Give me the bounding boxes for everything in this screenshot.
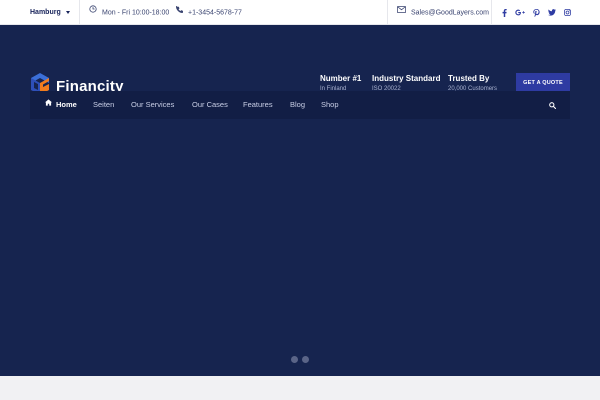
info-title: Industry Standard bbox=[372, 74, 441, 83]
pinterest-icon[interactable] bbox=[530, 0, 542, 25]
hours-text: Mon - Fri 10:00-18:00 bbox=[102, 9, 170, 17]
nav-item-label: Our Services bbox=[131, 100, 175, 109]
divider bbox=[387, 0, 388, 25]
info-industry-standard: Industry Standard ISO 20022 bbox=[372, 74, 440, 92]
instagram-icon[interactable] bbox=[561, 0, 573, 25]
nav-item-blog[interactable]: Blog bbox=[290, 91, 305, 119]
opening-hours: Mon - Fri 10:00-18:00 bbox=[89, 0, 169, 25]
info-number-one: Number #1 In Finland bbox=[320, 74, 361, 92]
nav-item-seiten[interactable]: Seiten bbox=[93, 91, 114, 119]
nav-item-label: Our Cases bbox=[192, 100, 228, 109]
nav-item-home[interactable]: Home bbox=[45, 91, 77, 119]
content-area bbox=[0, 376, 600, 400]
email-text: Sales@GoodLayers.com bbox=[411, 9, 489, 17]
nav-item-label: Shop bbox=[321, 100, 339, 109]
chevron-down-icon bbox=[65, 10, 70, 14]
nav-item-shop[interactable]: Shop bbox=[321, 91, 339, 119]
city-label: Hamburg bbox=[30, 9, 61, 16]
info-trusted-by: Trusted By 20,000 Customers bbox=[448, 74, 497, 92]
top-bar: Hamburg Mon - Fri 10:00-18:00 +1-3454-56… bbox=[0, 0, 600, 25]
nav-item-label: Home bbox=[56, 100, 77, 109]
phone-icon bbox=[176, 0, 183, 24]
clock-icon bbox=[89, 0, 97, 24]
nav-item-features[interactable]: Features bbox=[243, 91, 273, 119]
phone-number[interactable]: +1-3454-5678-77 bbox=[176, 0, 242, 25]
slider-dot-2[interactable] bbox=[302, 356, 309, 363]
city-selector[interactable]: Hamburg bbox=[30, 0, 70, 25]
divider bbox=[491, 0, 492, 25]
get-a-quote-button[interactable]: GET A QUOTE bbox=[516, 73, 570, 93]
nav-item-our-services[interactable]: Our Services bbox=[131, 91, 174, 119]
site-header: Financity Number #1 In Finland Industry … bbox=[0, 25, 600, 376]
facebook-icon[interactable] bbox=[498, 0, 510, 25]
envelope-icon bbox=[397, 0, 406, 24]
slider-dot-1[interactable] bbox=[291, 356, 298, 363]
home-icon bbox=[45, 90, 52, 118]
search-icon[interactable] bbox=[546, 91, 558, 119]
main-navigation: Home Seiten Our Services Our Cases Featu… bbox=[30, 91, 570, 119]
info-title: Number #1 bbox=[320, 74, 362, 83]
nav-item-label: Seiten bbox=[93, 100, 115, 109]
nav-item-label: Features bbox=[243, 100, 273, 109]
divider bbox=[79, 0, 80, 25]
phone-text: +1-3454-5678-77 bbox=[188, 9, 242, 17]
twitter-icon[interactable] bbox=[546, 0, 558, 25]
google-plus-icon[interactable] bbox=[514, 0, 526, 25]
nav-item-label: Blog bbox=[290, 100, 306, 109]
email-link[interactable]: Sales@GoodLayers.com bbox=[397, 0, 489, 25]
info-title: Trusted By bbox=[448, 74, 490, 83]
nav-item-our-cases[interactable]: Our Cases bbox=[192, 91, 228, 119]
